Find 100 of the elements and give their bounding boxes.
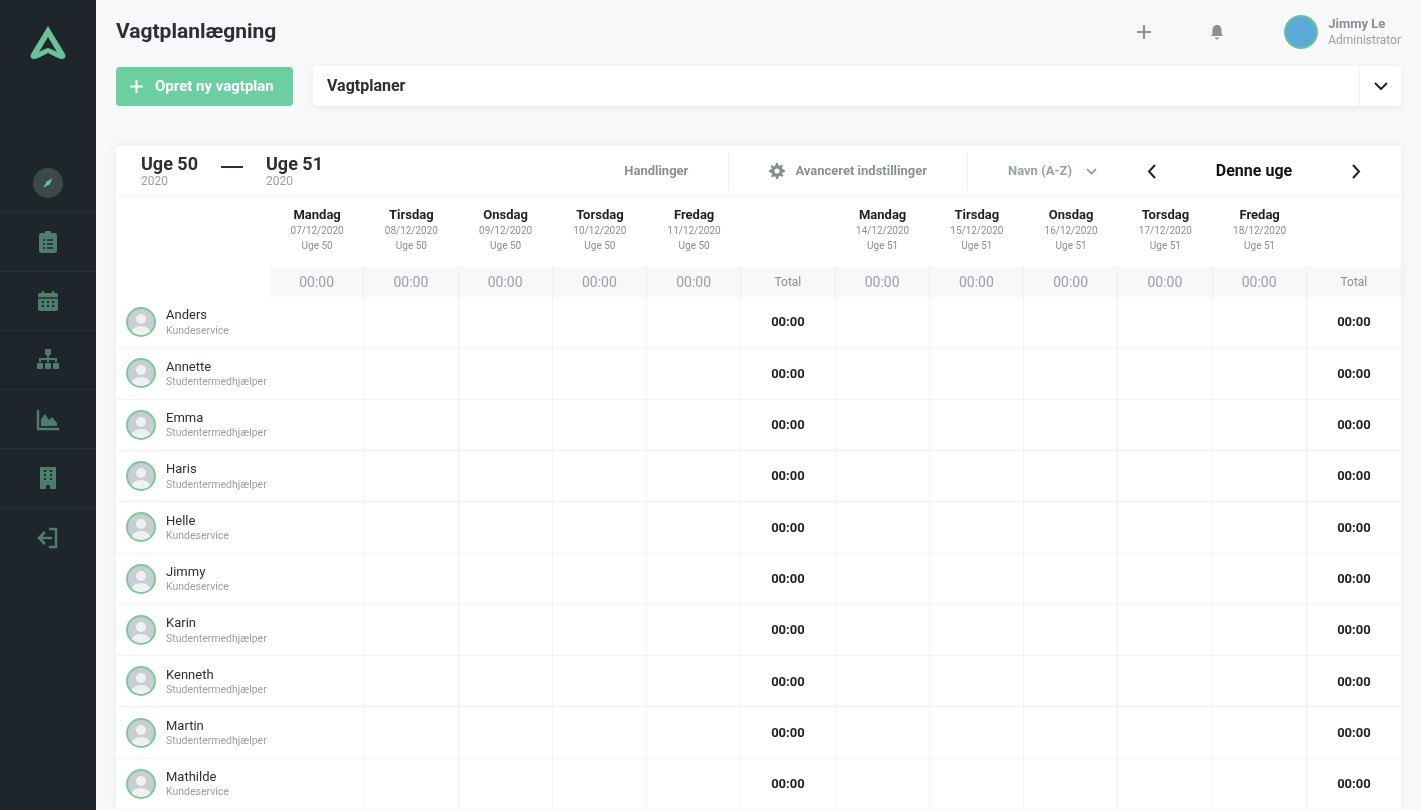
actions-menu[interactable]: Handlinger: [584, 151, 730, 191]
chevron-down-icon: [1086, 167, 1097, 175]
avatar: [126, 563, 156, 594]
avatar: [126, 768, 156, 799]
avatar: [126, 717, 156, 748]
avatar: [126, 614, 156, 645]
chevron-right-icon[interactable]: [1352, 163, 1361, 179]
hours-cell: 00:00: [835, 267, 930, 298]
dash-separator: [221, 166, 243, 168]
plus-icon[interactable]: [1136, 24, 1153, 40]
date-label: 07/12/2020: [290, 225, 344, 238]
chevron-left-icon[interactable]: [1147, 163, 1156, 179]
day-name: Tirsdag: [954, 207, 1000, 224]
user-avatar[interactable]: [1284, 15, 1319, 49]
day-name: Mandag: [293, 207, 341, 224]
day-name: Tirsdag: [389, 207, 434, 224]
employee-role: Studentermedhjælper: [166, 375, 267, 389]
day-name: Onsdag: [483, 207, 528, 224]
date-label: 11/12/2020: [667, 225, 721, 238]
area-chart-icon: [36, 407, 60, 431]
week-label: Uge 50: [584, 239, 616, 253]
date-label: 14/12/2020: [856, 225, 910, 238]
current-week-label[interactable]: Denne uge: [1156, 159, 1352, 183]
employee-name: Anders: [166, 307, 208, 324]
user-role: Administrator: [1328, 32, 1401, 48]
day-name: Torsdag: [576, 207, 624, 224]
week-label: Uge 50: [395, 239, 427, 253]
employee-name: Haris: [166, 461, 198, 478]
logout-icon: [36, 525, 60, 550]
hours-cell: 00:00: [647, 267, 742, 298]
employee-name: Helle: [166, 512, 197, 529]
total-cell: 00:00: [1306, 656, 1401, 708]
total-cell: 00:00: [741, 399, 836, 451]
bell-icon[interactable]: [1210, 24, 1225, 40]
year-label: 2020: [141, 175, 169, 187]
day-name: Fredag: [673, 207, 715, 224]
total-cell: 00:00: [741, 348, 836, 400]
week-label: Uge 51: [867, 239, 899, 253]
hours-cell: 00:00: [929, 267, 1024, 298]
total-header: Total: [1306, 267, 1401, 298]
employee-name: Kenneth: [166, 666, 215, 683]
week-label: Uge 50: [141, 155, 198, 173]
employee-name: Karin: [166, 615, 197, 632]
advanced-settings-button[interactable]: Avanceret indstillinger: [729, 151, 968, 191]
total-cell: 00:00: [1306, 297, 1401, 349]
total-cell: 00:00: [741, 450, 836, 503]
avatar: [126, 409, 156, 440]
sort-dropdown[interactable]: Navn (A-Z): [968, 161, 1147, 181]
employee-name: Jimmy: [166, 563, 207, 581]
total-cell: 00:00: [1306, 707, 1401, 759]
total-cell: 00:00: [1306, 604, 1401, 657]
plus-icon: [130, 79, 143, 93]
week-label: Uge 51: [1055, 239, 1087, 253]
calendar-icon: [36, 289, 60, 313]
employee-role: Kundeservice: [166, 580, 229, 594]
clipboard-icon: [36, 230, 60, 254]
employee-role: Studentermedhjælper: [166, 631, 267, 645]
total-cell: 00:00: [741, 553, 836, 605]
employee-role: Studentermedhjælper: [166, 477, 267, 491]
compass-nav-item[interactable]: [33, 168, 63, 198]
total-cell: 00:00: [741, 297, 836, 349]
employee-role: Studentermedhjælper: [166, 682, 267, 696]
employee-name: Martin: [166, 717, 205, 735]
total-cell: 00:00: [1306, 758, 1401, 810]
create-schedule-button[interactable]: Opret ny vagtplan: [116, 66, 293, 106]
week-label: Uge 50: [301, 239, 333, 253]
employee-role: Kundeservice: [166, 785, 229, 799]
total-cell: 00:00: [741, 656, 836, 708]
employee-role: Kundeservice: [166, 528, 229, 543]
chevron-down-icon: [1373, 82, 1388, 90]
settings-icon: [769, 163, 786, 179]
hours-cell: 00:00: [1118, 267, 1213, 298]
date-label: 16/12/2020: [1044, 225, 1098, 238]
hours-cell: 00:00: [552, 267, 647, 298]
avatar: [126, 461, 156, 492]
page-title: Vagtplanlægning: [116, 18, 277, 46]
total-header: Total: [741, 267, 836, 298]
date-label: 17/12/2020: [1138, 225, 1192, 238]
day-name: Fredag: [1239, 207, 1280, 224]
date-label: 08/12/2020: [384, 225, 438, 238]
avatar: [126, 666, 156, 697]
total-cell: 00:00: [1306, 399, 1401, 451]
total-cell: 00:00: [1306, 348, 1401, 400]
hours-cell: 00:00: [1024, 267, 1119, 298]
employee-role: Studentermedhjælper: [166, 734, 267, 748]
total-cell: 00:00: [741, 758, 836, 810]
avatar: [126, 358, 156, 389]
hours-cell: 00:00: [364, 267, 459, 298]
week-label: Uge 51: [266, 155, 323, 173]
employee-role: Studentermedhjælper: [166, 426, 267, 440]
week-label: Uge 50: [678, 239, 710, 253]
date-label: 10/12/2020: [573, 225, 627, 238]
year-label: 2020: [266, 175, 294, 187]
schedules-dropdown[interactable]: Vagtplaner: [313, 66, 1401, 106]
week-label: Uge 51: [961, 239, 993, 253]
hours-cell: 00:00: [1212, 267, 1307, 298]
employee-name: Emma: [166, 410, 205, 427]
hours-cell: 00:00: [458, 267, 553, 298]
week-label: Uge 50: [490, 239, 522, 253]
employee-role: Kundeservice: [166, 323, 229, 337]
